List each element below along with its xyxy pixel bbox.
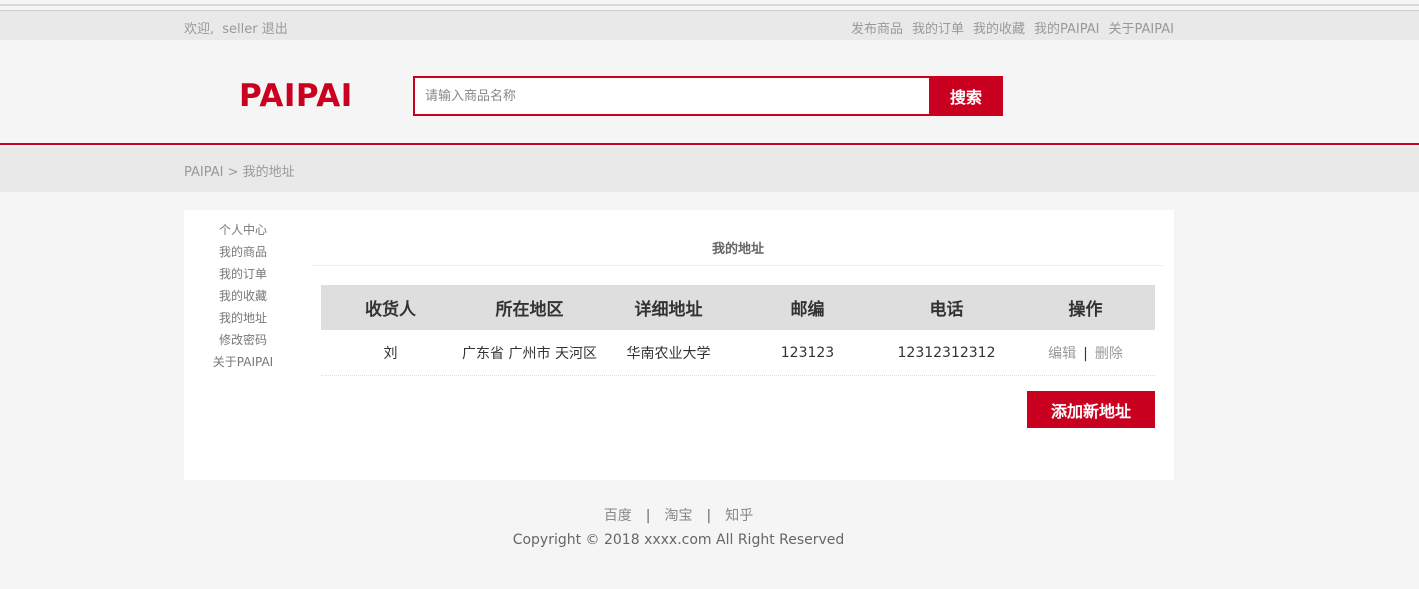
nav-about-paipai[interactable]: 关于PAIPAI bbox=[1109, 18, 1174, 37]
logout-link[interactable]: 退出 bbox=[262, 22, 288, 37]
logo[interactable]: PAIPAI bbox=[239, 78, 353, 114]
welcome-text: 欢迎, bbox=[184, 22, 215, 37]
cell-phone: 12312312312 bbox=[897, 344, 996, 361]
cell-actions: 编辑 | 删除 bbox=[1016, 343, 1155, 363]
column-header-zip: 邮编 bbox=[790, 300, 825, 320]
nav-my-favorites[interactable]: 我的收藏 bbox=[973, 18, 1025, 37]
nav-my-orders[interactable]: 我的订单 bbox=[912, 18, 964, 37]
title-divider bbox=[312, 265, 1164, 266]
sidebar-item-change-password[interactable]: 修改密码 bbox=[184, 332, 302, 354]
delete-link[interactable]: 删除 bbox=[1095, 346, 1123, 362]
username-link[interactable]: seller bbox=[222, 22, 257, 37]
column-header-actions: 操作 bbox=[1068, 300, 1103, 320]
footer-separator: | bbox=[645, 508, 651, 524]
table-row: 刘 广东省 广州市 天河区 华南农业大学 123123 12312312312 … bbox=[321, 330, 1155, 376]
search-button[interactable]: 搜索 bbox=[929, 76, 1003, 116]
nav-my-paipai[interactable]: 我的PAIPAI bbox=[1034, 18, 1099, 37]
address-table: 收货人 所在地区 详细地址 邮编 电话 操作 刘 广东省 广州市 天河区 华南农… bbox=[321, 285, 1155, 376]
footer-links: 百度 | 淘宝 | 知乎 bbox=[0, 505, 1357, 525]
top-bar: 欢迎, seller 退出 发布商品 我的订单 我的收藏 我的PAIPAI 关于… bbox=[0, 10, 1419, 40]
sidebar-item-my-favorites[interactable]: 我的收藏 bbox=[184, 288, 302, 310]
breadcrumb-bar: PAIPAI > 我的地址 bbox=[0, 147, 1419, 192]
edit-link[interactable]: 编辑 bbox=[1048, 346, 1076, 362]
column-header-recipient: 收货人 bbox=[365, 300, 416, 320]
sidebar-item-my-address[interactable]: 我的地址 bbox=[184, 310, 302, 332]
cell-zip: 123123 bbox=[780, 344, 835, 361]
nav-publish-item[interactable]: 发布商品 bbox=[851, 18, 903, 37]
copyright: Copyright © 2018 xxxx.com All Right Rese… bbox=[512, 532, 845, 548]
sidebar-item-my-products[interactable]: 我的商品 bbox=[184, 244, 302, 266]
cell-address: 华南农业大学 bbox=[626, 345, 711, 362]
sidebar: 个人中心 我的商品 我的订单 我的收藏 我的地址 修改密码 关于PAIPAI bbox=[184, 222, 302, 376]
sidebar-item-my-orders[interactable]: 我的订单 bbox=[184, 266, 302, 288]
top-divider bbox=[0, 4, 1419, 6]
footer-link-taobao[interactable]: 淘宝 bbox=[665, 508, 693, 524]
add-address-button[interactable]: 添加新地址 bbox=[1027, 391, 1155, 428]
action-separator: | bbox=[1083, 345, 1088, 362]
header: PAIPAI 搜索 bbox=[0, 40, 1419, 145]
column-header-address: 详细地址 bbox=[634, 300, 703, 320]
main-panel: 个人中心 我的商品 我的订单 我的收藏 我的地址 修改密码 关于PAIPAI 我… bbox=[184, 210, 1174, 480]
footer-separator: | bbox=[706, 508, 712, 524]
page-title: 我的地址 bbox=[711, 242, 764, 257]
sidebar-item-personal-center[interactable]: 个人中心 bbox=[184, 222, 302, 244]
welcome-area: 欢迎, seller 退出 bbox=[184, 18, 288, 37]
search-input[interactable] bbox=[415, 78, 929, 114]
table-header: 收货人 所在地区 详细地址 邮编 电话 操作 bbox=[321, 285, 1155, 330]
cell-recipient: 刘 bbox=[383, 345, 398, 362]
breadcrumb: PAIPAI > 我的地址 bbox=[184, 165, 295, 180]
sidebar-item-about-paipai[interactable]: 关于PAIPAI bbox=[184, 354, 302, 376]
column-header-region: 所在地区 bbox=[495, 300, 564, 320]
cell-region: 广东省 广州市 天河区 bbox=[462, 345, 597, 362]
footer-link-zhihu[interactable]: 知乎 bbox=[725, 508, 753, 524]
top-nav: 发布商品 我的订单 我的收藏 我的PAIPAI 关于PAIPAI bbox=[851, 18, 1174, 37]
column-header-phone: 电话 bbox=[929, 300, 964, 320]
footer-link-baidu[interactable]: 百度 bbox=[604, 508, 632, 524]
search-box bbox=[413, 76, 929, 116]
